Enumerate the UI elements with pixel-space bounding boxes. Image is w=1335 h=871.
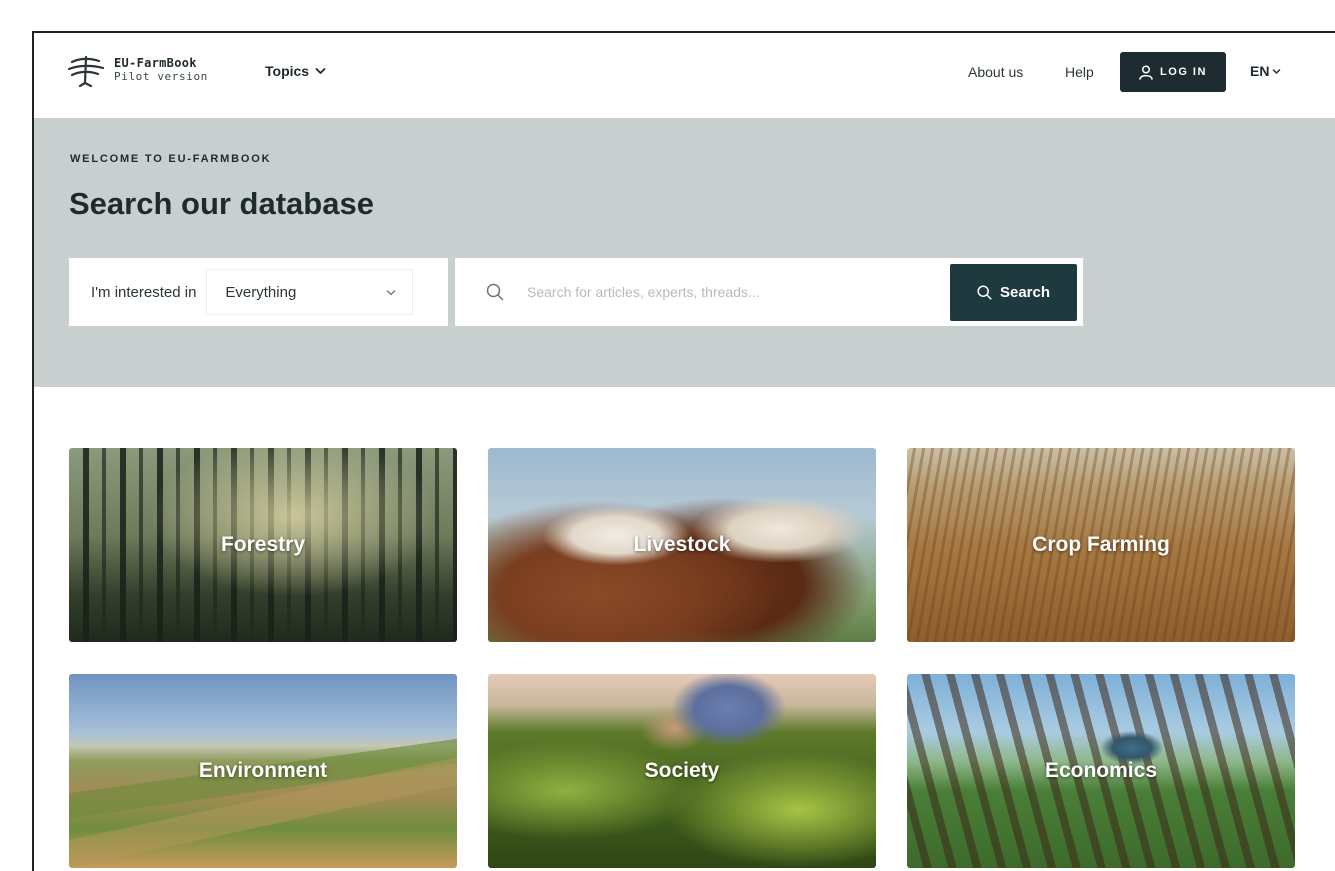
category-select[interactable]: Everything [206,269,414,315]
chevron-down-icon [315,68,326,74]
topic-card-label: Environment [198,759,328,782]
language-selector[interactable]: EN [1250,63,1281,79]
search-bar: Search [455,258,1083,326]
language-label: EN [1250,63,1270,79]
chevron-down-icon [387,289,396,295]
farmbook-logo-icon [67,55,105,87]
interest-label: I'm interested in [91,283,197,301]
search-button[interactable]: Search [950,264,1077,321]
search-button-label: Search [999,284,1051,301]
topic-card-forestry[interactable]: Forestry [69,448,457,642]
topic-card-crop-farming[interactable]: Crop Farming [907,448,1295,642]
search-input[interactable] [525,283,935,301]
search-icon [977,285,992,300]
browser-viewport: EU-FarmBook Pilot version Topics About u… [32,31,1335,871]
topic-card-society[interactable]: Society [488,674,876,868]
topic-card-environment[interactable]: Environment [69,674,457,868]
site-header: EU-FarmBook Pilot version Topics About u… [34,33,1335,118]
chevron-down-icon [1273,68,1281,74]
hero-eyebrow: WELCOME TO EU-FARMBOOK [70,153,272,165]
user-icon [1139,64,1153,80]
topic-card-label: Forestry [220,533,306,556]
topics-label: Topics [265,63,310,79]
search-icon [485,282,505,302]
topic-card-economics[interactable]: Economics [907,674,1295,868]
topic-card-label: Economics [1044,759,1158,782]
topic-card-livestock[interactable]: Livestock [488,448,876,642]
help-link[interactable]: Help [1065,64,1094,80]
hero-title: Search our database [69,186,374,221]
logo-name: EU-FarmBook [114,56,197,70]
logo-subtitle: Pilot version [114,70,208,83]
search-hero: WELCOME TO EU-FARMBOOK Search our databa… [34,118,1335,387]
topic-card-label: Crop Farming [1032,533,1170,556]
login-label: LOG IN [1160,66,1207,78]
about-us-link[interactable]: About us [968,64,1023,80]
topic-card-label: Livestock [633,533,731,556]
login-button[interactable]: LOG IN [1120,52,1226,92]
home-logo-link[interactable]: EU-FarmBook Pilot version [66,53,208,87]
interest-filter: I'm interested in Everything [69,258,448,326]
category-select-value: Everything [225,283,297,301]
topic-card-label: Society [644,759,720,782]
topics-menu[interactable]: Topics [265,63,326,79]
